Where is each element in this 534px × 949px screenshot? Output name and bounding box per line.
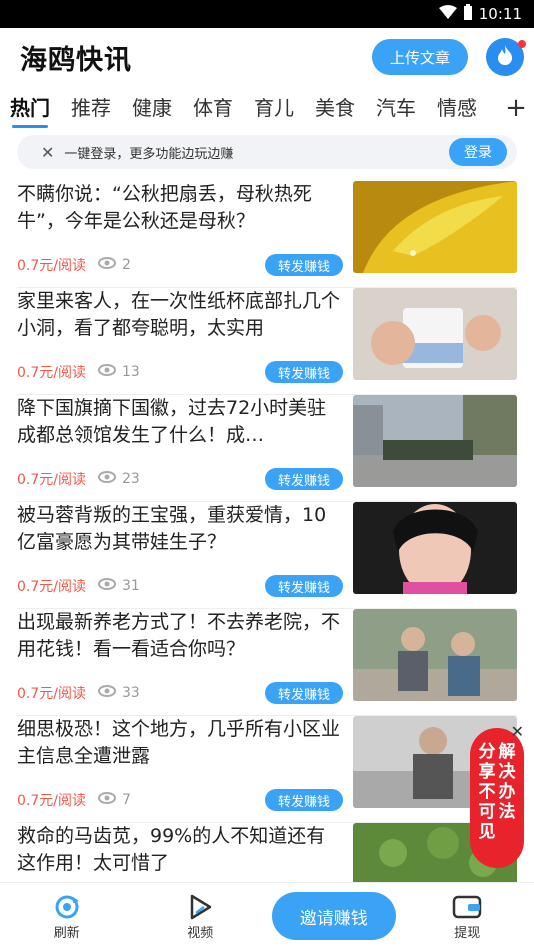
- reward-price: 0.7元/阅读: [17, 258, 86, 274]
- category-tabs: 热门 推荐 健康 体育 育儿 美食 汽车 情感 +: [0, 86, 534, 130]
- wallet-icon: [452, 892, 482, 922]
- eye-icon: [97, 257, 116, 273]
- login-prompt-bar: ✕ 一键登录，更多功能边玩边赚 登录: [17, 135, 517, 169]
- article-thumbnail[interactable]: [353, 609, 517, 701]
- article-title[interactable]: 救命的马齿苋，99%的人不知道还有这作用！太可惜了: [17, 823, 343, 877]
- view-count: 13: [121, 364, 140, 380]
- notification-dot: [518, 40, 526, 48]
- eye-icon: [97, 578, 116, 594]
- list-item[interactable]: 被马蓉背叛的王宝强，重获爱情，10亿富豪愿为其带娃生子？ 0.7元/阅读 31 …: [0, 502, 534, 609]
- status-bar: 10:11: [0, 0, 534, 28]
- article-thumbnail[interactable]: [353, 502, 517, 594]
- wifi-icon: [438, 5, 457, 23]
- article-thumbnail[interactable]: [353, 288, 517, 380]
- article-thumbnail[interactable]: [353, 395, 517, 487]
- nav-refresh[interactable]: 刷新: [0, 892, 133, 941]
- eye-icon: [97, 364, 116, 380]
- view-count: 7: [121, 792, 131, 808]
- tab-parenting[interactable]: 育儿: [254, 86, 294, 130]
- list-item[interactable]: 不瞒你说：“公秋把扇丢，母秋热死牛”，今年是公秋还是母秋？ 0.7元/阅读 2 …: [0, 181, 534, 288]
- share-earn-button[interactable]: 转发赚钱: [265, 468, 343, 490]
- article-thumbnail[interactable]: [353, 181, 517, 273]
- news-feed: 不瞒你说：“公秋把扇丢，母秋热死牛”，今年是公秋还是母秋？ 0.7元/阅读 2 …: [0, 181, 534, 930]
- login-prompt-message: 一键登录，更多功能边玩边赚: [64, 146, 234, 162]
- view-count: 23: [121, 471, 140, 487]
- close-icon[interactable]: ✕: [41, 143, 54, 162]
- nav-withdraw[interactable]: 提现: [401, 892, 534, 941]
- list-item[interactable]: 细思极恐！这个地方，几乎所有小区业主信息全遭泄露 0.7元/阅读 7 转发赚钱: [0, 716, 534, 823]
- nav-refresh-label: 刷新: [53, 925, 80, 941]
- nav-withdraw-label: 提现: [454, 925, 481, 941]
- tab-sports[interactable]: 体育: [193, 86, 233, 130]
- tab-food[interactable]: 美食: [315, 86, 355, 130]
- share-earn-button[interactable]: 转发赚钱: [265, 575, 343, 597]
- tab-health[interactable]: 健康: [132, 86, 172, 130]
- reward-price: 0.7元/阅读: [17, 579, 86, 595]
- ad-pill[interactable]: 分享不可见解决办法: [470, 728, 524, 868]
- list-item[interactable]: 出现最新养老方式了！不去养老院，不用花钱！看一看适合你吗？ 0.7元/阅读 33…: [0, 609, 534, 716]
- add-tab-button[interactable]: +: [498, 86, 534, 130]
- nav-video-label: 视频: [187, 925, 214, 941]
- app-title: 海鸥快讯: [20, 44, 132, 76]
- app-header: 海鸥快讯 上传文章: [0, 28, 534, 86]
- battery-icon: [463, 4, 473, 24]
- tab-emotion[interactable]: 情感: [437, 86, 477, 130]
- tab-recommend[interactable]: 推荐: [71, 86, 111, 130]
- login-button[interactable]: 登录: [449, 138, 507, 166]
- upload-article-button[interactable]: 上传文章: [372, 39, 468, 75]
- share-earn-button[interactable]: 转发赚钱: [265, 361, 343, 383]
- invite-earn-button[interactable]: 邀请赚钱: [271, 892, 396, 940]
- ad-text-col1: 分享不可见: [478, 742, 496, 842]
- view-count: 33: [121, 685, 140, 701]
- close-ad-icon[interactable]: ✕: [511, 722, 524, 741]
- reward-price: 0.7元/阅读: [17, 793, 86, 809]
- article-title[interactable]: 被马蓉背叛的王宝强，重获爱情，10亿富豪愿为其带娃生子？: [17, 502, 343, 556]
- reward-price: 0.7元/阅读: [17, 686, 86, 702]
- share-earn-button[interactable]: 转发赚钱: [265, 682, 343, 704]
- article-title[interactable]: 家里来客人，在一次性纸杯底部扎几个小洞，看了都夸聪明，太实用: [17, 288, 343, 342]
- fire-button[interactable]: [486, 38, 526, 76]
- eye-icon: [97, 471, 116, 487]
- tab-auto[interactable]: 汽车: [376, 86, 416, 130]
- bottom-nav: 刷新 视频 邀请赚钱 提现: [0, 882, 534, 949]
- article-title[interactable]: 降下国旗摘下国徽，过去72小时美驻成都总领馆发生了什么！成…: [17, 395, 343, 449]
- share-earn-button[interactable]: 转发赚钱: [265, 254, 343, 276]
- article-title[interactable]: 不瞒你说：“公秋把扇丢，母秋热死牛”，今年是公秋还是母秋？: [17, 181, 343, 235]
- article-title[interactable]: 出现最新养老方式了！不去养老院，不用花钱！看一看适合你吗？: [17, 609, 343, 663]
- list-item[interactable]: 家里来客人，在一次性纸杯底部扎几个小洞，看了都夸聪明，太实用 0.7元/阅读 1…: [0, 288, 534, 395]
- flame-icon: [496, 44, 514, 70]
- ad-text-col2: 解决办法: [498, 742, 516, 822]
- view-count: 31: [121, 578, 140, 594]
- share-earn-button[interactable]: 转发赚钱: [265, 789, 343, 811]
- eye-icon: [97, 792, 116, 808]
- status-time: 10:11: [478, 5, 522, 23]
- floating-ad[interactable]: 分享不可见解决办法 ✕: [470, 722, 524, 868]
- reward-price: 0.7元/阅读: [17, 365, 86, 381]
- nav-video[interactable]: 视频: [133, 892, 266, 941]
- reward-price: 0.7元/阅读: [17, 472, 86, 488]
- tab-hot[interactable]: 热门: [10, 86, 50, 130]
- view-count: 2: [121, 257, 131, 273]
- play-icon: [186, 892, 214, 922]
- article-title[interactable]: 细思极恐！这个地方，几乎所有小区业主信息全遭泄露: [17, 716, 343, 770]
- eye-icon: [97, 685, 116, 701]
- refresh-icon: [53, 892, 81, 922]
- list-item[interactable]: 降下国旗摘下国徽，过去72小时美驻成都总领馆发生了什么！成… 0.7元/阅读 2…: [0, 395, 534, 502]
